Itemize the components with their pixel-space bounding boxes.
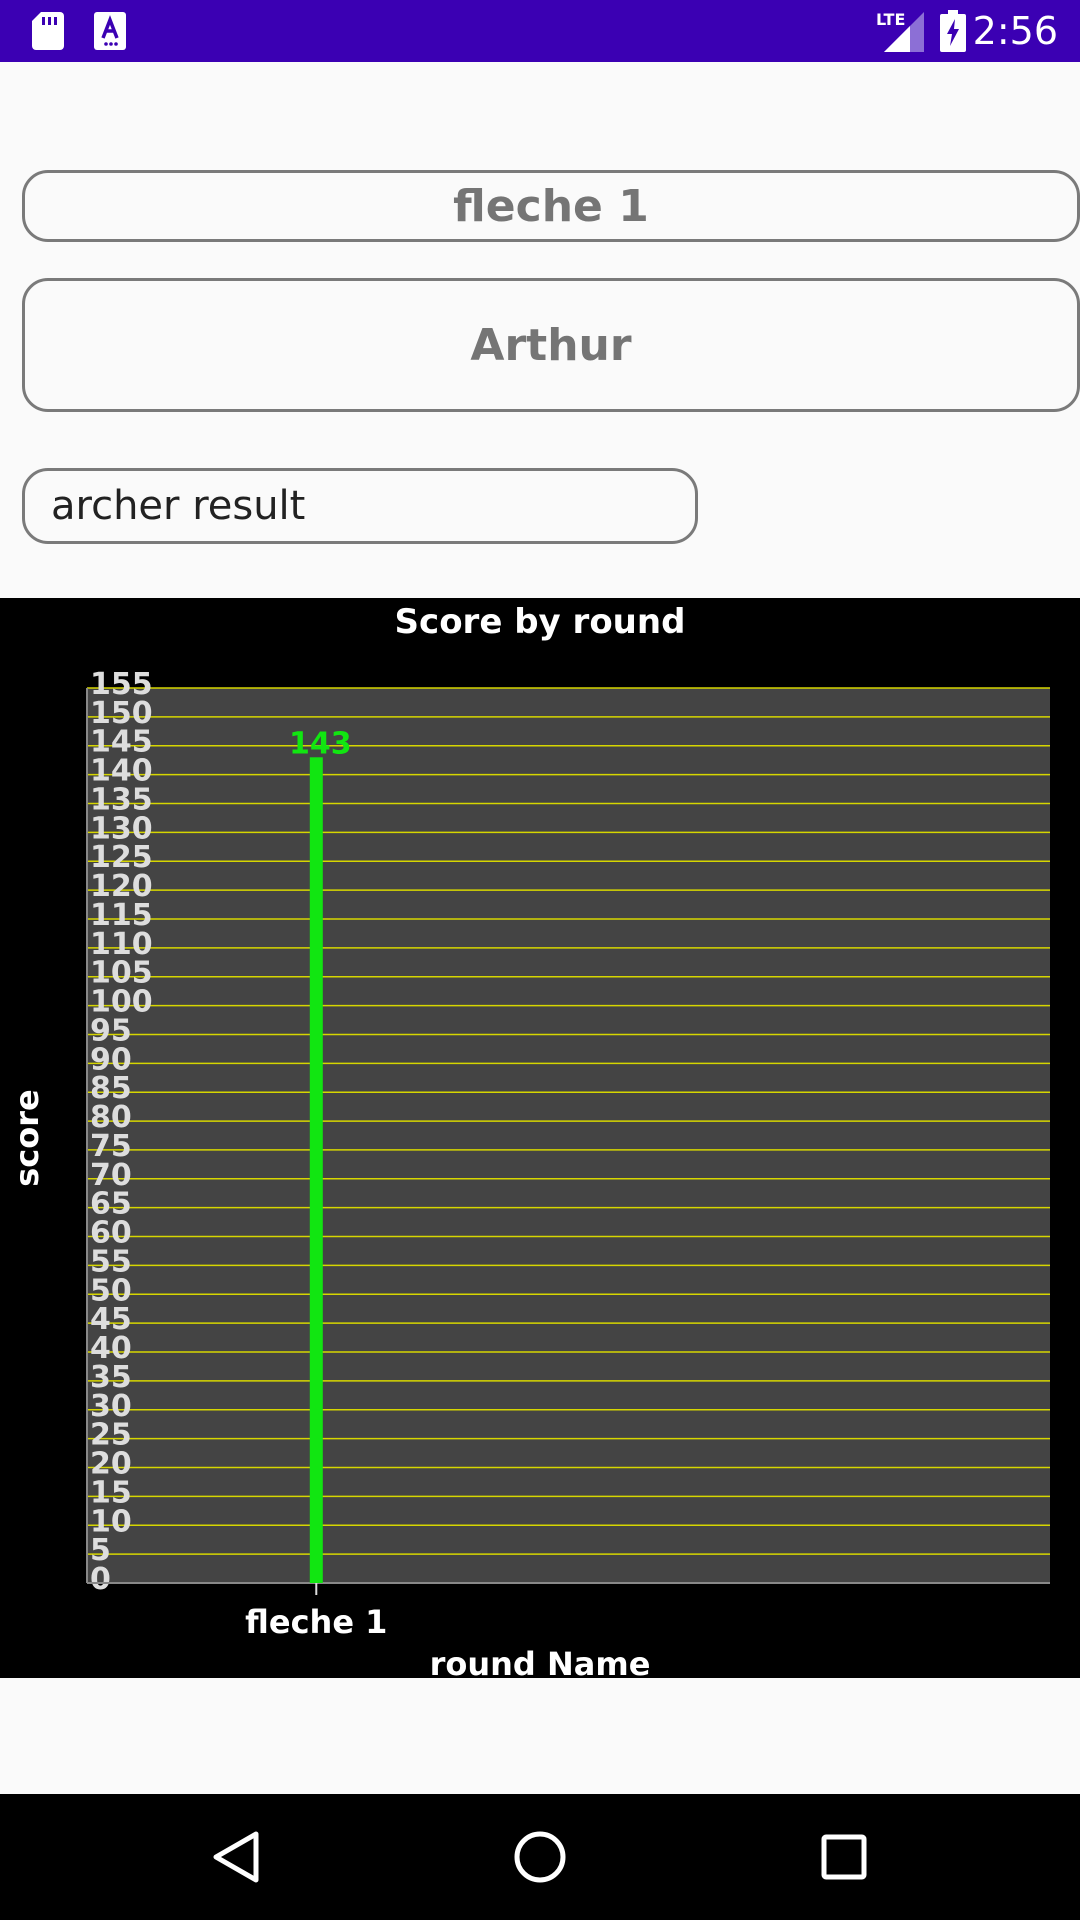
archer-result-text: archer result bbox=[51, 483, 306, 529]
status-time: 2:56 bbox=[972, 9, 1058, 53]
chart-y-axis-label: score bbox=[8, 1089, 46, 1186]
bar-data-label: 143 bbox=[289, 726, 352, 761]
battery-charging-icon bbox=[940, 10, 966, 52]
chart-x-axis-label: round Name bbox=[430, 1645, 651, 1678]
chart-plot-area: 0510152025303540455055606570758085909510… bbox=[86, 667, 1050, 1641]
home-circle-icon[interactable] bbox=[510, 1827, 570, 1887]
recents-square-icon[interactable] bbox=[814, 1827, 874, 1887]
archer-select-button[interactable]: Arthur bbox=[22, 278, 1080, 412]
score-chart-svg: Score by round score round Name 05101520… bbox=[8, 602, 1050, 1678]
archer-select-label: Arthur bbox=[470, 319, 632, 371]
status-bar: LTE 2:56 bbox=[0, 0, 1080, 62]
sd-card-icon bbox=[32, 12, 64, 50]
bar-fleche-1 bbox=[309, 757, 323, 1583]
y-tick-label: 155 bbox=[90, 667, 153, 702]
back-triangle-icon[interactable] bbox=[206, 1827, 266, 1887]
app-screen: LTE 2:56 fleche 1 Arthur archer result S… bbox=[0, 0, 1080, 1920]
keyboard-a-icon bbox=[94, 12, 126, 50]
archer-result-field[interactable]: archer result bbox=[22, 468, 698, 544]
navigation-bar bbox=[0, 1794, 1080, 1920]
score-chart: Score by round score round Name 0 5 10 15 20… bbox=[0, 598, 1080, 1678]
lte-signal-icon bbox=[884, 12, 924, 52]
chart-title: Score by round bbox=[395, 602, 686, 642]
round-select-label: fleche 1 bbox=[453, 180, 649, 232]
x-tick-label: fleche 1 bbox=[245, 1603, 387, 1641]
round-select-button[interactable]: fleche 1 bbox=[22, 170, 1080, 242]
plot-background bbox=[87, 688, 1050, 1583]
